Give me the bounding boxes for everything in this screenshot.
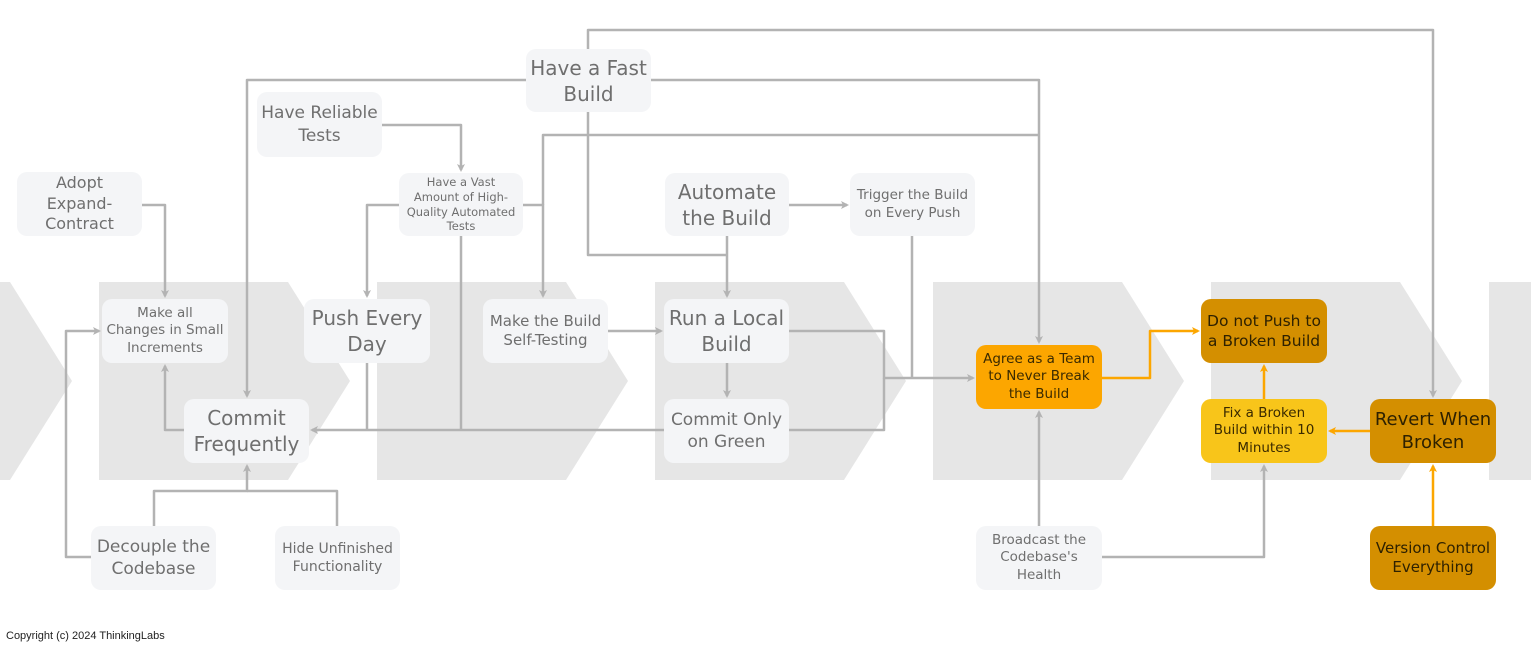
node-agree-team: Agree as a Team to Never Break the Build	[976, 345, 1102, 409]
stage-chevron	[0, 282, 72, 480]
node-version-control: Version Control Everything	[1370, 526, 1496, 590]
copyright: Copyright (c) 2024 ThinkingLabs	[6, 630, 165, 642]
node-self-testing: Make the Build Self-Testing	[483, 299, 608, 363]
node-automate-build: Automate the Build	[665, 173, 789, 236]
connector	[382, 123, 465, 172]
node-decouple: Decouple the Codebase	[91, 526, 216, 590]
node-small-increments: Make all Changes in Small Increments	[102, 299, 228, 363]
node-no-push-broken: Do not Push to a Broken Build	[1201, 299, 1327, 363]
connector	[247, 489, 339, 526]
node-vast-tests: Have a Vast Amount of High-Quality Autom…	[399, 173, 523, 236]
node-local-build: Run a Local Build	[664, 299, 789, 363]
node-fast-build: Have a Fast Build	[526, 49, 651, 112]
node-commit-green: Commit Only on Green	[664, 399, 789, 463]
node-revert: Revert When Broken	[1370, 399, 1496, 463]
node-expand-contract: Adopt Expand-Contract	[17, 172, 142, 236]
node-hide-unfinished: Hide Unfinished Functionality	[275, 526, 400, 590]
node-push-every-day: Push Every Day	[304, 299, 430, 363]
connector	[64, 327, 101, 559]
node-broadcast: Broadcast the Codebase's Health	[976, 526, 1102, 590]
node-trigger-build: Trigger the Build on Every Push	[850, 173, 975, 236]
node-fix-broken: Fix a Broken Build within 10 Minutes	[1201, 399, 1327, 463]
node-reliable-tests: Have Reliable Tests	[257, 92, 382, 157]
node-commit-frequently: Commit Frequently	[184, 399, 309, 463]
